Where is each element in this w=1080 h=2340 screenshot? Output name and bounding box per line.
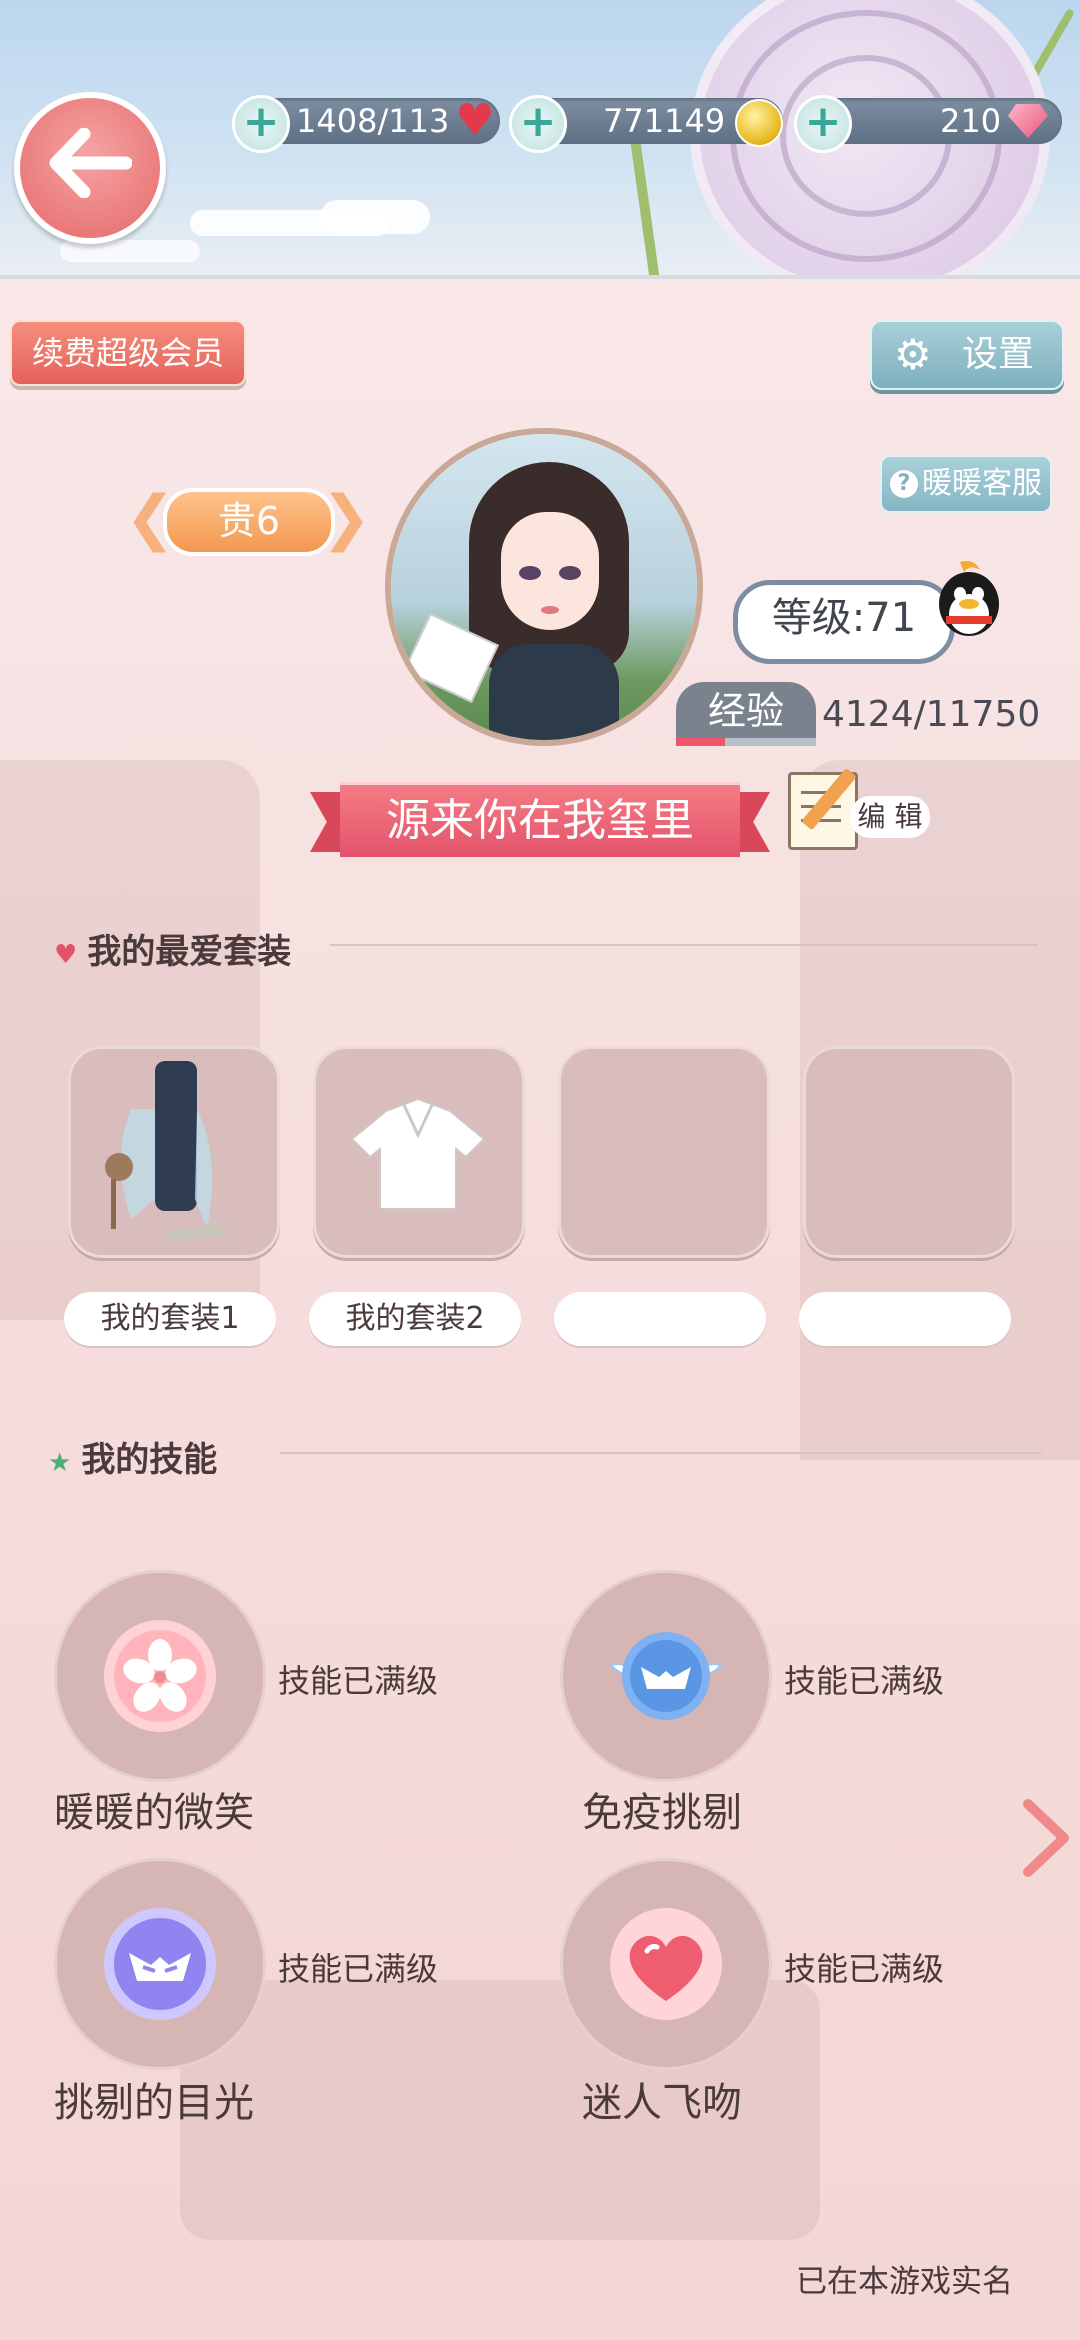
winged-mask-icon bbox=[609, 1632, 723, 1720]
exp-track bbox=[676, 738, 816, 746]
skill-name-3: 挑剔的目光 bbox=[54, 2080, 254, 2126]
exp-fill bbox=[676, 738, 726, 746]
star-icon: ★ bbox=[48, 1448, 72, 1478]
add-diamond-button[interactable]: + bbox=[794, 95, 852, 153]
outfit-label-1[interactable]: 我的套装1 bbox=[64, 1292, 276, 1346]
gold-value: 771149 bbox=[603, 102, 726, 140]
skill-status-4: 技能已满级 bbox=[784, 1950, 945, 1988]
chevron-right-icon[interactable] bbox=[1018, 1798, 1074, 1878]
skill-status-3: 技能已满级 bbox=[278, 1950, 439, 1988]
flower-stem bbox=[628, 130, 662, 275]
qipao-outfit-icon bbox=[105, 1061, 227, 1242]
favorites-title: 我的最爱套装 bbox=[87, 932, 292, 972]
heart-icon: ♥ bbox=[455, 95, 495, 146]
skill-slot-1[interactable] bbox=[54, 1570, 266, 1782]
exp-label: 经验 bbox=[676, 682, 816, 740]
skill-slot-2[interactable] bbox=[560, 1570, 772, 1782]
customer-service-label: 暖暖客服 bbox=[922, 466, 1042, 501]
heart-kiss-icon bbox=[610, 1908, 722, 2020]
edit-label: 编 辑 bbox=[850, 796, 930, 838]
outfit-label-4[interactable] bbox=[799, 1292, 1011, 1346]
skill-status-1: 技能已满级 bbox=[278, 1662, 439, 1700]
outfit-slot-1[interactable] bbox=[68, 1046, 280, 1258]
mask-icon bbox=[104, 1908, 216, 2020]
stamina-counter: + 1408/113 ♥ bbox=[232, 95, 500, 153]
add-stamina-button[interactable]: + bbox=[232, 95, 290, 153]
heart-icon: ♥ bbox=[54, 940, 78, 970]
settings-label: 设置 bbox=[962, 334, 1035, 375]
nickname-ribbon: 源来你在我玺里 bbox=[310, 782, 770, 857]
cloud bbox=[320, 200, 430, 234]
outfit-slot-2[interactable] bbox=[313, 1046, 525, 1258]
back-button[interactable] bbox=[14, 92, 166, 244]
realname-verified-note: 已在本游戏实名 bbox=[796, 2264, 1013, 2300]
blouse-outfit-icon bbox=[350, 1097, 486, 1210]
diamond-value: 210 bbox=[940, 102, 1002, 140]
skills-header: ★ 我的技能 bbox=[48, 1432, 217, 1481]
diamond-counter: + 210 bbox=[794, 95, 1062, 153]
exp-value: 4124/11750 bbox=[822, 694, 1041, 735]
settings-button[interactable]: ⚙ 设置 bbox=[870, 320, 1064, 390]
edit-nickname-button[interactable]: 编 辑 bbox=[788, 767, 948, 850]
experience-bar: 经验 4124/11750 bbox=[676, 682, 1046, 746]
divider bbox=[330, 944, 1038, 946]
skills-title: 我的技能 bbox=[81, 1440, 218, 1480]
arrow-left-icon bbox=[49, 128, 132, 198]
coin-icon bbox=[735, 99, 783, 147]
skill-status-2: 技能已满级 bbox=[784, 1662, 945, 1700]
gear-icon: ⚙ bbox=[894, 330, 932, 379]
skill-name-2: 免疫挑剔 bbox=[582, 1790, 742, 1836]
outfit-label-3[interactable] bbox=[554, 1292, 766, 1346]
stamina-value: 1408/113 bbox=[296, 102, 450, 140]
noble-rank-badge[interactable]: ❮ ❯ 贵6 bbox=[125, 478, 371, 558]
skill-name-1: 暖暖的微笑 bbox=[54, 1790, 254, 1836]
skill-name-4: 迷人飞吻 bbox=[582, 2080, 742, 2126]
outfit-slot-3[interactable] bbox=[558, 1046, 770, 1258]
gold-counter: + 771149 bbox=[509, 95, 783, 153]
rank-label: 贵6 bbox=[163, 488, 335, 556]
skill-slot-4[interactable] bbox=[560, 1858, 772, 2070]
qq-penguin-icon bbox=[939, 561, 999, 636]
outfit-slot-4[interactable] bbox=[803, 1046, 1015, 1258]
level-indicator: 等级:71 bbox=[733, 580, 955, 664]
renew-vip-button[interactable]: 续费超级会员 bbox=[10, 320, 246, 386]
outfit-label-2[interactable]: 我的套装2 bbox=[309, 1292, 521, 1346]
gem-icon bbox=[1008, 104, 1048, 138]
favorites-header: ♥ 我的最爱套装 bbox=[54, 924, 291, 973]
help-icon: ? bbox=[890, 470, 918, 498]
avatar[interactable] bbox=[385, 428, 703, 746]
divider bbox=[280, 1452, 1042, 1454]
customer-service-button[interactable]: ? 暖暖客服 bbox=[880, 455, 1052, 513]
skill-slot-3[interactable] bbox=[54, 1858, 266, 2070]
sakura-icon bbox=[104, 1620, 216, 1732]
add-gold-button[interactable]: + bbox=[509, 95, 567, 153]
nickname: 源来你在我玺里 bbox=[340, 782, 740, 857]
